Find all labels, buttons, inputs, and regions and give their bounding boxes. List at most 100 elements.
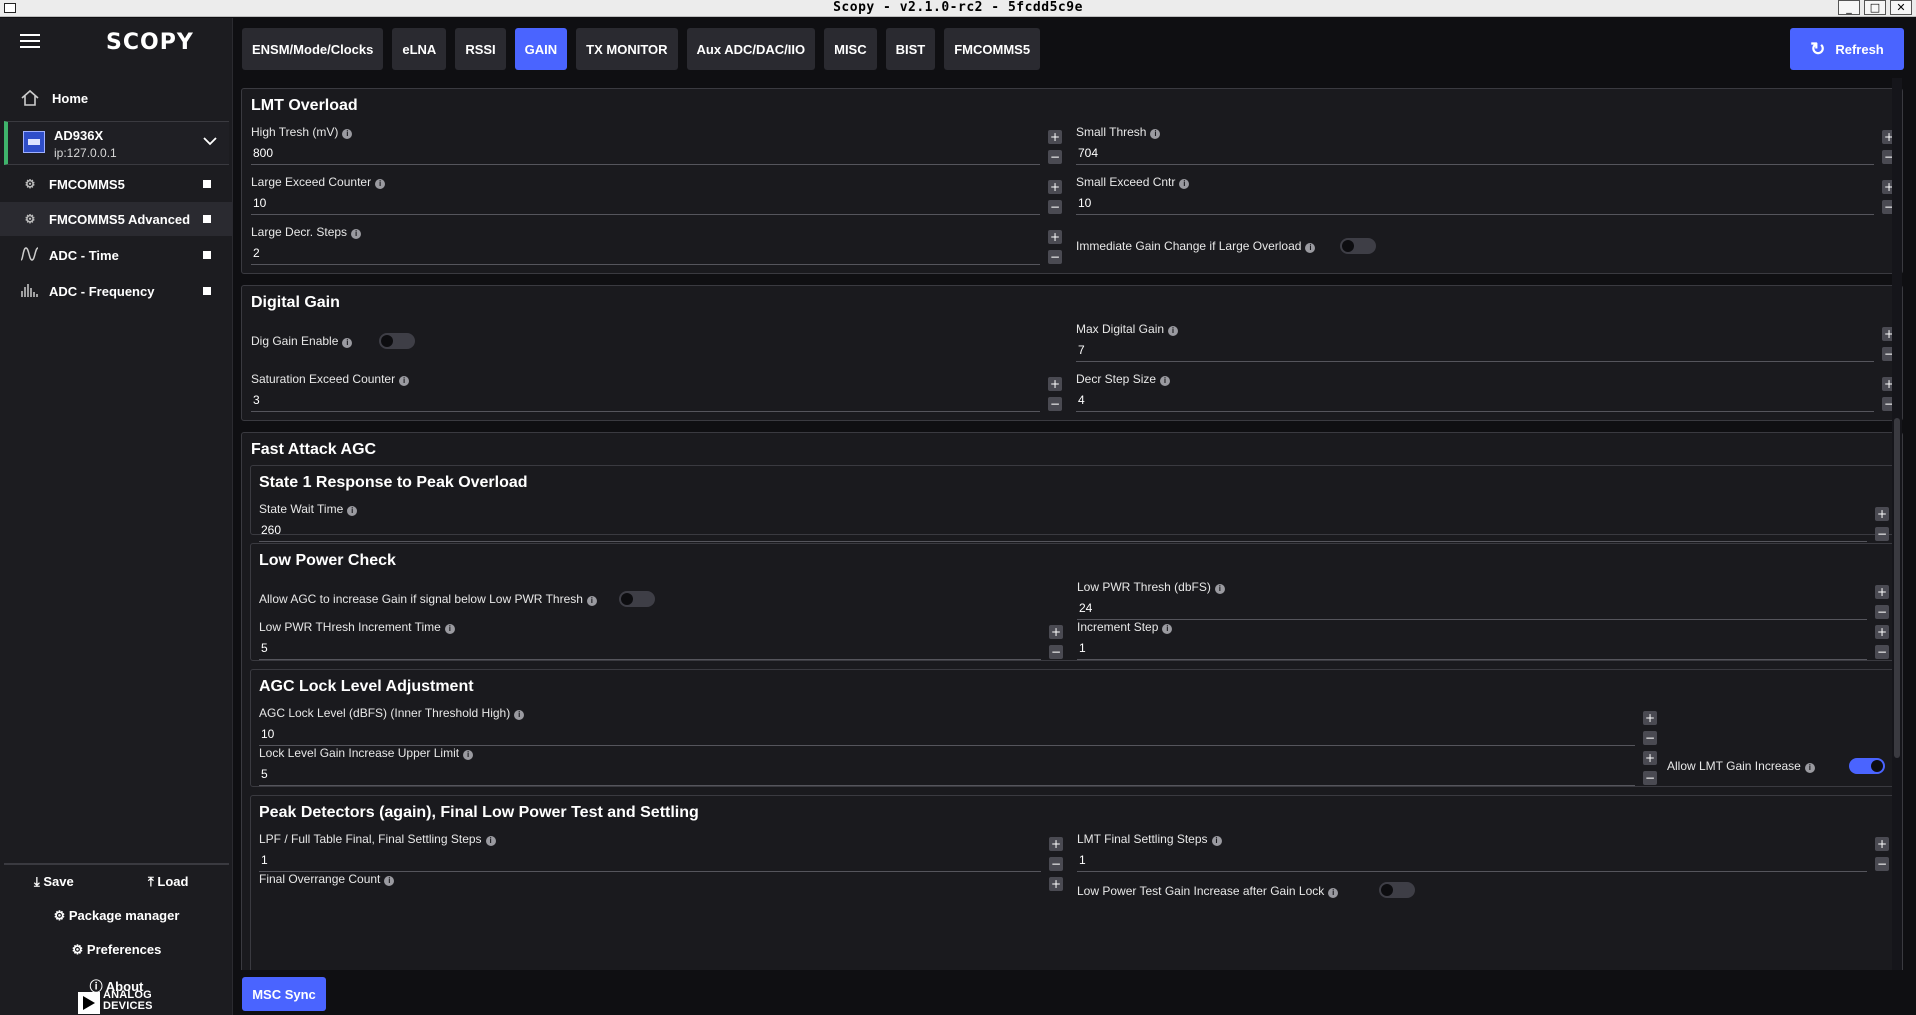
decrement-button[interactable]: −: [1048, 200, 1062, 214]
field-label: Final Overrange Count: [259, 872, 381, 886]
device-name: AD936X: [54, 128, 104, 143]
large-decr-steps-field: Large Decr. Steps i 2 + −: [251, 225, 1062, 269]
info-icon: i: [1328, 888, 1339, 898]
lpf-final-settling-input[interactable]: 1: [261, 853, 268, 867]
increment-button[interactable]: +: [1875, 625, 1889, 639]
window-titlebar: Scopy - v2.1.0-rc2 - 5fcdd5c9e _ □ ✕: [0, 0, 1916, 17]
save-button[interactable]: ⤓ Save: [34, 874, 74, 890]
maximize-button[interactable]: □: [1864, 0, 1886, 15]
increment-button[interactable]: +: [1049, 837, 1063, 851]
increment-button[interactable]: +: [1875, 837, 1889, 851]
lmt-final-settling-input[interactable]: 1: [1079, 853, 1086, 867]
allow-agc-increase-toggle[interactable]: [619, 591, 655, 607]
save-label: Save: [43, 874, 74, 889]
menu-icon[interactable]: [20, 34, 40, 48]
decr-step-size-input[interactable]: 4: [1078, 393, 1085, 407]
increment-button[interactable]: +: [1048, 180, 1062, 194]
chevron-down-icon[interactable]: [203, 134, 217, 149]
dig-gain-enable-toggle[interactable]: [379, 333, 415, 349]
lock-level-upper-limit-input[interactable]: 5: [261, 767, 268, 781]
info-icon: i: [375, 179, 386, 189]
decrement-button[interactable]: −: [1049, 645, 1063, 659]
increment-button[interactable]: +: [1048, 130, 1062, 144]
saturation-exceed-counter-input[interactable]: 3: [253, 393, 260, 407]
small-thresh-input[interactable]: 704: [1078, 146, 1098, 160]
low-pwr-increment-time-input[interactable]: 5: [261, 641, 268, 655]
decrement-button[interactable]: −: [1643, 731, 1657, 745]
tool-status-indicator: [203, 287, 211, 295]
increment-step-input[interactable]: 1: [1079, 641, 1086, 655]
allow-lmt-gain-increase-toggle[interactable]: [1849, 758, 1885, 774]
decrement-button[interactable]: −: [1048, 397, 1062, 411]
high-tresh-field: High Tresh (mV) i 800 + −: [251, 125, 1062, 169]
decrement-button[interactable]: −: [1875, 857, 1889, 871]
decrement-button[interactable]: −: [1875, 645, 1889, 659]
decrement-button[interactable]: −: [1643, 771, 1657, 785]
digital-gain-section: Digital Gain Dig Gain Enable i Max Digita…: [241, 285, 1903, 421]
decrement-button[interactable]: −: [1048, 150, 1062, 164]
scrollbar-thumb[interactable]: [1894, 418, 1900, 758]
device-chip-icon: [23, 131, 45, 153]
tool-fmcomms5-advanced[interactable]: ⚙ FMCOMMS5 Advanced: [0, 202, 233, 236]
subsection-title: AGC Lock Level Adjustment: [259, 678, 474, 695]
increment-button[interactable]: +: [1875, 507, 1889, 521]
tab-ensm-mode-clocks[interactable]: ENSM/Mode/Clocks: [242, 28, 384, 70]
info-icon: i: [514, 710, 525, 720]
refresh-button[interactable]: ↻ Refresh: [1790, 28, 1904, 70]
tab-fmcomms5[interactable]: FMCOMMS5: [944, 28, 1041, 70]
increment-button[interactable]: +: [1643, 751, 1657, 765]
field-label: Lock Level Gain Increase Upper Limit: [259, 746, 460, 760]
decrement-button[interactable]: −: [1048, 250, 1062, 264]
small-exceed-cntr-input[interactable]: 10: [1078, 196, 1091, 210]
increment-button[interactable]: +: [1643, 711, 1657, 725]
home-button[interactable]: Home: [0, 82, 233, 114]
scrollbar[interactable]: [1892, 78, 1902, 970]
tab-rssi[interactable]: RSSI: [455, 28, 506, 70]
decrement-button[interactable]: −: [1875, 605, 1889, 619]
increment-button[interactable]: +: [1048, 230, 1062, 244]
high-tresh-input[interactable]: 800: [253, 146, 273, 160]
scopy-logo: SCOPY: [106, 30, 194, 55]
state-wait-time-input[interactable]: 260: [261, 523, 281, 537]
tab-tx-monitor[interactable]: TX MONITOR: [576, 28, 678, 70]
subsection-title: Peak Detectors (again), Final Low Power …: [259, 804, 699, 821]
tab-misc[interactable]: MISC: [824, 28, 877, 70]
decrement-button[interactable]: −: [1875, 527, 1889, 541]
agc-lock-level-input[interactable]: 10: [261, 727, 274, 741]
spectrum-icon: [20, 282, 40, 301]
max-digital-gain-field: Max Digital Gain i 7 + −: [1076, 322, 1896, 366]
tab-bist[interactable]: BIST: [885, 28, 936, 70]
tool-status-indicator: [203, 251, 211, 259]
large-decr-steps-input[interactable]: 2: [253, 246, 260, 260]
increment-button[interactable]: +: [1049, 877, 1063, 891]
msc-sync-button[interactable]: MSC Sync: [242, 977, 326, 1011]
field-label: Increment Step: [1077, 620, 1159, 634]
device-ad936x[interactable]: AD936X ip:127.0.0.1: [4, 121, 229, 165]
info-icon: i: [1214, 584, 1225, 594]
max-digital-gain-input[interactable]: 7: [1078, 343, 1085, 357]
info-icon: i: [1211, 836, 1222, 846]
increment-button[interactable]: +: [1048, 377, 1062, 391]
field-label: Small Exceed Cntr: [1076, 175, 1176, 189]
tool-fmcomms5[interactable]: ⚙ FMCOMMS5: [0, 167, 233, 201]
package-manager-button[interactable]: ⚙ Package manager: [0, 908, 233, 924]
increment-button[interactable]: +: [1875, 585, 1889, 599]
decrement-button[interactable]: −: [1049, 857, 1063, 871]
tool-adc-frequency[interactable]: ADC - Frequency: [0, 274, 233, 308]
load-button[interactable]: ⤒ Load: [148, 874, 188, 890]
immediate-gain-change-toggle[interactable]: [1340, 238, 1376, 254]
close-button[interactable]: ✕: [1890, 0, 1912, 15]
minimize-button[interactable]: _: [1838, 0, 1860, 15]
info-icon: i: [1160, 376, 1171, 386]
allow-lmt-gain-increase-row: Allow LMT Gain Increase i: [1667, 759, 1815, 779]
tool-adc-time[interactable]: ADC - Time: [0, 238, 233, 272]
low-pwr-thresh-input[interactable]: 24: [1079, 601, 1092, 615]
info-icon: i: [1168, 326, 1179, 336]
low-power-test-gain-increase-toggle[interactable]: [1379, 882, 1415, 898]
tab-elna[interactable]: eLNA: [392, 28, 447, 70]
tab-aux-adc-dac-iio[interactable]: Aux ADC/DAC/IIO: [686, 28, 816, 70]
preferences-button[interactable]: ⚙ Preferences: [0, 942, 233, 958]
large-exceed-counter-input[interactable]: 10: [253, 196, 266, 210]
increment-button[interactable]: +: [1049, 625, 1063, 639]
tab-gain[interactable]: GAIN: [514, 28, 568, 70]
